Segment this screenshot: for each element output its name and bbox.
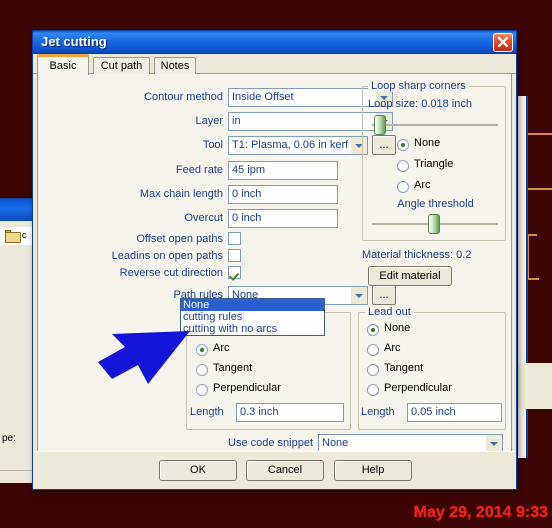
feed-rate-value: 45 ipm [232, 164, 266, 176]
cancel-button-label: Cancel [267, 464, 303, 476]
cad-line [527, 234, 537, 236]
loop-corner-radio-arc[interactable] [397, 181, 409, 193]
tab-basic[interactable]: Basic [37, 54, 89, 75]
leadins-on-open-paths-checkbox[interactable] [228, 249, 241, 262]
label-tool: Tool [202, 139, 223, 151]
dialog-title: Jet cutting [41, 34, 107, 49]
lead-out-length-label: Length [361, 406, 395, 418]
lead-in-radio-perpendicular[interactable] [196, 384, 208, 396]
loop-corner-label-none: None [414, 137, 441, 149]
tool-combo[interactable]: T1: Plasma, 0.06 in kerf [228, 136, 368, 155]
right-window-corner [518, 363, 552, 409]
overcut-input[interactable]: 0 inch [228, 209, 338, 228]
angle-threshold-label: Angle threshold [397, 198, 474, 210]
close-x-glyph [497, 36, 509, 48]
timestamp-overlay: May 29, 2014 9:33 [413, 504, 548, 521]
edit-material-button[interactable]: Edit material [368, 266, 452, 286]
path-rules-dropdown-list[interactable]: None cutting rules cutting with no arcs [180, 298, 325, 336]
loop-corner-label-triangle: Triangle [414, 158, 454, 170]
help-button-label: Help [361, 464, 385, 476]
lead-out-label-arc: Arc [384, 342, 401, 354]
dialog-titlebar[interactable]: Jet cutting [33, 31, 516, 54]
loop-corner-radio-none[interactable] [397, 139, 409, 151]
material-thickness-label: Material thickness: 0.2 [362, 249, 472, 261]
loop-sharp-corners-title: Loop sharp corners [368, 80, 469, 92]
label-feed-rate: Feed rate [175, 164, 223, 176]
max-chain-length-input[interactable]: 0 inch [228, 185, 338, 204]
lead-out-radio-perpendicular[interactable] [367, 384, 379, 396]
lead-out-label-tangent: Tangent [384, 362, 424, 374]
lead-in-label-perpendicular: Perpendicular [213, 382, 281, 394]
close-icon[interactable] [493, 33, 513, 52]
label-leadins-on-open-paths: Leadins on open paths [111, 250, 223, 262]
lead-in-label-tangent: Tangent [213, 362, 253, 374]
dialog-footer: OK Cancel Help [34, 451, 515, 488]
angle-threshold-slider-thumb[interactable] [428, 214, 440, 234]
max-chain-length-value: 0 inch [232, 188, 262, 200]
lead-out-label-perpendicular: Perpendicular [384, 382, 452, 394]
offset-open-paths-checkbox[interactable] [228, 232, 241, 245]
background-window-type-label: pe: [2, 433, 16, 444]
reverse-cut-direction-checkbox[interactable] [228, 266, 241, 279]
cad-line [527, 133, 552, 135]
path-rules-option-cutting-with-no-arcs[interactable]: cutting with no arcs [181, 323, 324, 335]
blue-arrow-annotation [98, 331, 190, 384]
tab-basic-label: Basic [49, 60, 77, 72]
lead-in-length-label: Length [190, 406, 224, 418]
ok-button-label: OK [190, 464, 206, 476]
help-button[interactable]: Help [334, 460, 412, 481]
label-max-chain-length: Max chain length [139, 188, 223, 200]
tab-cut-path[interactable]: Cut path [93, 57, 150, 74]
lead-out-length-input[interactable]: 0.05 inch [407, 403, 502, 422]
chevron-down-icon[interactable] [351, 287, 367, 304]
loop-size-slider-thumb[interactable] [374, 115, 386, 135]
path-rules-option-cutting-rules[interactable]: cutting rules [181, 311, 324, 323]
lead-in-length-value: 0.3 inch [240, 406, 279, 418]
loop-corner-radio-triangle[interactable] [397, 160, 409, 172]
label-offset-open-paths: Offset open paths [136, 233, 223, 245]
lead-out-radio-none[interactable] [367, 324, 379, 336]
lead-out-length-value: 0.05 inch [411, 406, 456, 418]
tab-notes[interactable]: Notes [154, 57, 196, 74]
contour-method-value: Inside Offset [232, 91, 294, 103]
path-rules-option-none[interactable]: None [181, 299, 324, 311]
background-window-path-text: c [22, 230, 27, 240]
ok-button[interactable]: OK [159, 460, 237, 481]
cancel-button[interactable]: Cancel [246, 460, 324, 481]
loop-size-label: Loop size: 0.018 inch [368, 98, 472, 110]
layer-value: in [232, 115, 241, 127]
label-overcut: Overcut [184, 212, 223, 224]
label-use-code-snippet: Use code snippet [228, 437, 313, 449]
lead-in-radio-arc[interactable] [196, 344, 208, 356]
loop-size-slider-track[interactable] [372, 124, 498, 126]
lead-in-radio-tangent[interactable] [196, 364, 208, 376]
lead-out-label-none: None [384, 322, 411, 334]
code-snippet-value: None [322, 437, 349, 449]
path-rules-browse-button[interactable]: ... [372, 285, 396, 305]
tab-strip: Basic Cut path Notes [33, 54, 516, 75]
label-contour-method: Contour method [144, 91, 223, 103]
lead-in-label-arc: Arc [213, 342, 230, 354]
feed-rate-input[interactable]: 45 ipm [228, 161, 338, 180]
lead-in-length-input[interactable]: 0.3 inch [236, 403, 344, 422]
cad-line [527, 188, 552, 190]
loop-corner-label-arc: Arc [414, 179, 431, 191]
chevron-down-icon[interactable] [486, 435, 502, 452]
lead-out-radio-arc[interactable] [367, 344, 379, 356]
lead-out-radio-tangent[interactable] [367, 364, 379, 376]
path-rules-browse-label: ... [379, 289, 389, 301]
lead-out-group-title: Lead out [365, 306, 414, 318]
folder-icon [5, 230, 21, 243]
label-layer: Layer [195, 115, 223, 127]
cad-line [527, 278, 539, 280]
label-reverse-cut-direction: Reverse cut direction [119, 267, 223, 279]
tool-value: T1: Plasma, 0.06 in kerf [232, 139, 349, 151]
overcut-value: 0 inch [232, 212, 262, 224]
jet-cutting-dialog: Jet cutting Basic Cut path Notes Contour… [32, 30, 517, 490]
tab-notes-label: Notes [160, 60, 190, 72]
edit-material-label: Edit material [379, 270, 441, 282]
tab-cut-path-label: Cut path [100, 60, 143, 72]
